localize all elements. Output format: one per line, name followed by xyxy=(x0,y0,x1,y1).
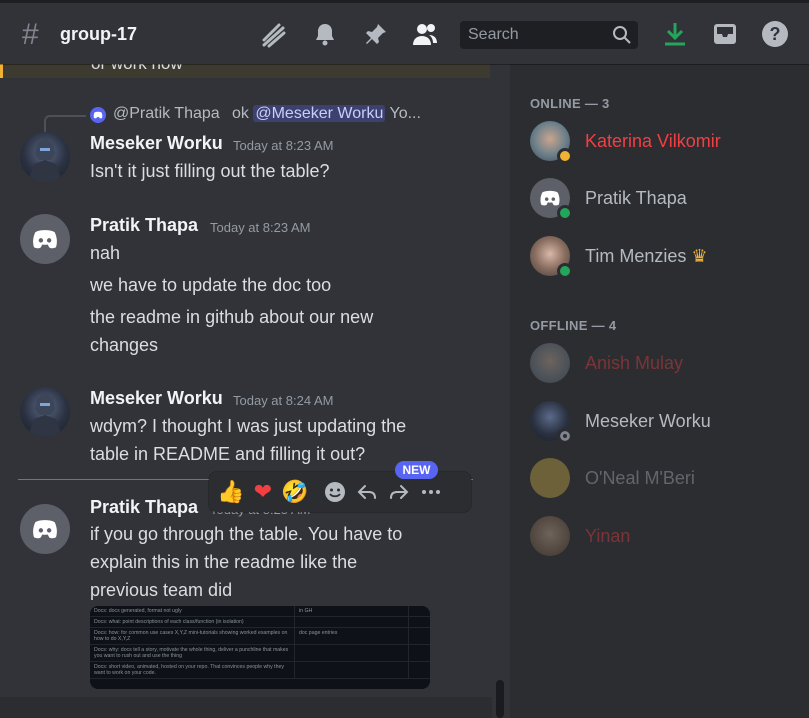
username[interactable]: Meseker Worku xyxy=(90,388,223,409)
embed-table-row: Docs: short video, animated, hosted on y… xyxy=(90,662,430,679)
member-item[interactable]: Katerina Vilkomir xyxy=(530,121,800,165)
offline-status-icon xyxy=(557,428,573,444)
highlighted-message-strip: or work now xyxy=(0,64,490,78)
member-item[interactable]: Anish Mulay xyxy=(530,343,800,387)
timestamp: Today at 8:23 AM xyxy=(210,220,311,235)
avatar[interactable] xyxy=(20,132,70,182)
reply-author[interactable]: @Pratik Thapa xyxy=(113,105,220,123)
embed-table-cell xyxy=(295,617,409,627)
embed-table-cell xyxy=(409,662,430,678)
message-text: the readme in github about our new chang… xyxy=(90,307,374,355)
reply-text-before: ok xyxy=(232,105,249,122)
mention[interactable]: @Meseker Worku xyxy=(253,105,386,122)
members-icon[interactable] xyxy=(410,19,440,49)
embed-table-row: Docs: what: point descriptions of each c… xyxy=(90,617,430,628)
reply-icon[interactable] xyxy=(351,476,383,508)
embed-table-cell xyxy=(409,628,430,644)
channel-header: # group-17 Search ? xyxy=(0,0,809,64)
embed-table-row: Docs: why: docs tell a story, motivate t… xyxy=(90,645,430,662)
message-text: Isn't it just filling out the table? xyxy=(90,161,330,181)
embed-table-cell: doc page entries xyxy=(295,628,409,644)
avatar[interactable] xyxy=(20,387,70,437)
embed-table-cell: Docs: why: docs tell a story, motivate t… xyxy=(90,645,295,661)
reply-preview[interactable]: ok @Meseker Worku Yo... xyxy=(232,105,421,123)
timestamp: Today at 8:23 AM xyxy=(233,138,334,153)
member-item[interactable]: Meseker Worku xyxy=(530,401,800,445)
username[interactable]: Meseker Worku xyxy=(90,133,223,154)
member-name: Pratik Thapa xyxy=(585,188,687,208)
member-name: O'Neal M'Beri xyxy=(585,468,695,488)
help-icon[interactable]: ? xyxy=(760,19,790,49)
threads-icon[interactable] xyxy=(258,19,288,49)
attached-image[interactable]: Docs: docs generated, format not ugly in … xyxy=(90,606,430,689)
search-input[interactable]: Search xyxy=(460,21,638,49)
message-text: or work now xyxy=(91,64,183,74)
username[interactable]: Pratik Thapa xyxy=(90,497,198,518)
scrollbar-thumb[interactable] xyxy=(496,680,504,718)
scrollbar-track[interactable] xyxy=(492,64,510,718)
offline-section-title: OFFLINE — 4 xyxy=(530,318,617,333)
avatar[interactable] xyxy=(20,504,70,554)
member-item[interactable]: Yinan xyxy=(530,516,800,560)
download-icon[interactable] xyxy=(660,19,690,49)
more-options-icon[interactable] xyxy=(415,476,447,508)
embed-table-cell: Docs: short video, animated, hosted on y… xyxy=(90,662,295,678)
message-text: wdym? I thought I was just updating the … xyxy=(90,416,407,464)
chat-messages[interactable]: or work now @Pratik Thapa ok @Meseker Wo… xyxy=(0,64,510,718)
member-name: Meseker Worku xyxy=(585,411,711,431)
avatar xyxy=(530,458,570,498)
thumbs-up-reaction[interactable]: 👍 xyxy=(215,476,247,508)
embed-table-cell xyxy=(409,645,430,661)
embed-table-cell: Docs: docs generated, format not ugly xyxy=(90,606,295,616)
reply-connector xyxy=(44,115,86,133)
heart-reaction[interactable]: ❤ xyxy=(247,476,279,508)
member-name: Anish Mulay xyxy=(585,353,684,373)
embed-table-row: Docs: docs generated, format not ugly in … xyxy=(90,606,430,617)
idle-status-icon xyxy=(557,148,573,164)
embed-table-cell: Docs: how: for common use cases X,Y,Z mi… xyxy=(90,628,295,644)
new-badge: NEW xyxy=(395,461,438,479)
avatar xyxy=(530,343,570,383)
member-item[interactable]: O'Neal M'Beri xyxy=(530,458,800,502)
embed-table-cell: in GH xyxy=(295,606,409,616)
embed-table-cell xyxy=(295,662,409,678)
embed-table-cell xyxy=(409,617,430,627)
search-icon xyxy=(612,25,632,50)
member-name-text: Tim Menzies xyxy=(585,246,687,266)
reply-avatar xyxy=(90,107,106,123)
message-text: if you go through the table. You have to… xyxy=(90,524,403,600)
embed-table-row: Docs: how: for common use cases X,Y,Z mi… xyxy=(90,628,430,645)
hashtag-icon: # xyxy=(22,18,39,51)
message-text: nah xyxy=(90,243,121,263)
reply-text-after: Yo... xyxy=(389,105,421,122)
search-placeholder: Search xyxy=(468,26,519,43)
svg-text:?: ? xyxy=(770,24,781,44)
forward-icon[interactable] xyxy=(383,476,415,508)
embed-table-cell xyxy=(409,606,430,616)
avatar[interactable] xyxy=(20,214,70,264)
add-reaction-icon[interactable] xyxy=(319,476,351,508)
online-section-title: ONLINE — 3 xyxy=(530,96,610,111)
message-input-area[interactable] xyxy=(0,697,510,718)
member-name: Yinan xyxy=(585,526,631,546)
member-item[interactable]: Tim Menzies ♛ xyxy=(530,236,800,280)
member-item[interactable]: Pratik Thapa xyxy=(530,178,800,222)
online-status-icon xyxy=(557,205,573,221)
message-text: we have to update the doc too xyxy=(90,275,332,295)
timestamp: Today at 8:24 AM xyxy=(233,393,334,408)
avatar xyxy=(530,516,570,556)
member-name: Katerina Vilkomir xyxy=(585,131,721,151)
embed-table-cell: Docs: what: point descriptions of each c… xyxy=(90,617,295,627)
channel-name: group-17 xyxy=(60,24,138,44)
inbox-icon[interactable] xyxy=(710,19,740,49)
online-status-icon xyxy=(557,263,573,279)
pin-icon[interactable] xyxy=(361,19,391,49)
embed-table-cell xyxy=(295,645,409,661)
username[interactable]: Pratik Thapa xyxy=(90,215,198,236)
bell-icon[interactable] xyxy=(310,19,340,49)
member-name: Tim Menzies ♛ xyxy=(585,246,708,267)
crown-icon: ♛ xyxy=(691,246,708,266)
member-list: ONLINE — 3 Katerina Vilkomir Pratik Thap… xyxy=(510,64,809,718)
laughing-reaction[interactable]: 🤣 xyxy=(279,476,311,508)
